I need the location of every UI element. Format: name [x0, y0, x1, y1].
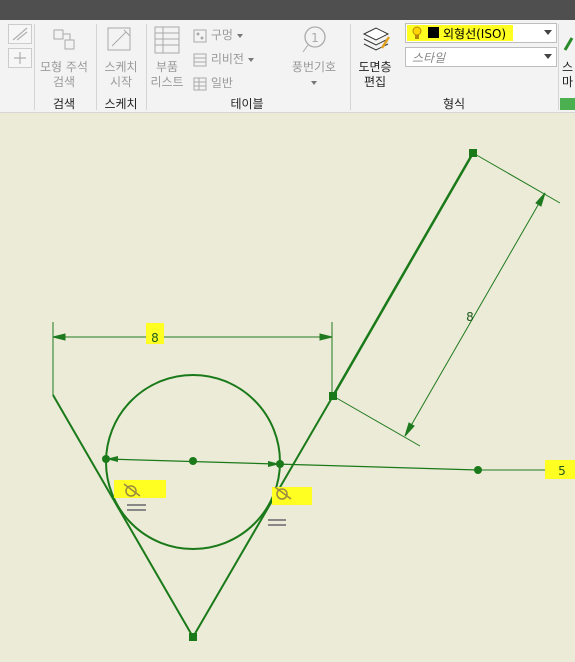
horizontal-dimension-value[interactable]: 8	[151, 331, 159, 345]
clipped-tool-icon[interactable]	[562, 34, 575, 54]
equal-constraint-icon[interactable]	[127, 504, 146, 511]
edit-layers-icon[interactable]	[360, 24, 392, 56]
style-placeholder: 스타일	[412, 51, 446, 65]
parts-list-button[interactable]: 부품 리스트	[146, 60, 188, 90]
edit-layers-button[interactable]: 도면층 편집	[352, 60, 398, 90]
model-annotation-search-icon[interactable]	[48, 24, 80, 54]
upper-line[interactable]	[331, 152, 475, 397]
far-right-point[interactable]	[474, 466, 482, 474]
endpoint-top[interactable]	[469, 149, 477, 157]
parts-list-icon[interactable]	[152, 24, 182, 56]
style-select[interactable]: 스타일	[405, 47, 557, 67]
label-line-2: 검색	[52, 75, 76, 89]
revision-label: 리비전	[210, 52, 244, 66]
revision-table-button[interactable]: 리비전	[193, 50, 254, 67]
label-line-2: 리스트	[150, 75, 184, 89]
geometry	[52, 152, 479, 638]
label-line-1: 모형 주석	[40, 60, 88, 74]
slanted-dimension-value[interactable]: 8	[466, 310, 474, 324]
balloon-button[interactable]: 풍번기호	[286, 60, 342, 85]
right-dimension-value[interactable]: 5	[558, 464, 566, 478]
chevron-down-icon	[544, 54, 552, 59]
group-indicator	[560, 98, 575, 110]
extension-line-bottom	[332, 395, 421, 447]
group-label-sketch: 스케치	[104, 97, 138, 111]
equal-constraint-icon[interactable]	[268, 519, 286, 526]
balloon-label: 풍번기호	[291, 60, 337, 74]
group-label-format: 형식	[442, 97, 466, 111]
title-bar	[0, 0, 575, 20]
layer-color-swatch	[428, 27, 439, 38]
label-line-1: 도면층	[358, 60, 392, 74]
sketch-points	[102, 149, 482, 641]
revision-table-icon	[193, 53, 207, 66]
tangent-tool-icon[interactable]	[8, 24, 32, 44]
chevron-down-icon	[544, 30, 552, 35]
endpoint-corner[interactable]	[329, 392, 337, 400]
arrow-bottom	[404, 422, 415, 437]
label-line-2: 편집	[363, 75, 387, 89]
layer-name: 외형선(ISO)	[443, 27, 507, 41]
hole-label: 구멍	[210, 28, 233, 42]
chevron-down-icon	[247, 57, 254, 62]
constraint-glyphs	[114, 480, 312, 526]
arrow-left	[52, 333, 66, 341]
hole-table-button[interactable]: 구멍	[193, 26, 243, 43]
svg-text:1: 1	[311, 31, 319, 45]
start-sketch-button[interactable]: 스케치 시작	[98, 60, 144, 90]
right-tangent-line[interactable]	[192, 395, 334, 638]
left-tangent-line[interactable]	[52, 394, 194, 638]
model-annotation-search-button[interactable]: 모형 주석 검색	[36, 60, 92, 90]
hole-table-icon	[193, 29, 207, 42]
general-table-button[interactable]: 일반	[193, 74, 233, 91]
balloon-icon[interactable]: 1	[300, 24, 330, 54]
label-line-2: 시작	[109, 75, 133, 89]
slanted-dimension-line[interactable]	[404, 192, 546, 437]
extension-line-top	[472, 152, 561, 204]
dimension-texts: 8 8 5	[146, 310, 575, 479]
lightbulb-icon	[412, 26, 422, 39]
chevron-down-icon	[236, 33, 243, 38]
start-sketch-icon[interactable]	[104, 24, 136, 56]
label-line-1: 부품	[155, 60, 179, 74]
chevron-down-icon	[311, 80, 317, 85]
arrow-top	[535, 192, 546, 207]
label-line-2: 마	[562, 75, 574, 89]
drawing-canvas[interactable]: 8 8 5	[0, 113, 575, 662]
endpoint-bottom[interactable]	[189, 633, 197, 641]
dimension-lines	[52, 152, 561, 471]
arrow-right	[319, 333, 333, 341]
general-table-icon	[193, 77, 207, 90]
clipped-tool-label: 스 마	[562, 60, 575, 90]
circle-center-point[interactable]	[189, 457, 197, 465]
general-label: 일반	[210, 76, 233, 90]
move-tool-icon[interactable]	[8, 48, 32, 68]
group-label-table: 테이블	[230, 97, 264, 111]
layer-select[interactable]: 외형선(ISO)	[405, 23, 557, 43]
group-label-search: 검색	[52, 97, 76, 111]
label-line-1: 스	[562, 60, 574, 74]
label-line-1: 스케치	[104, 60, 138, 74]
ribbon-toolbar: 모형 주석 검색 검색 스케치 시작 스케치 부품 리스트 구멍 리비전 일반 …	[0, 20, 575, 113]
